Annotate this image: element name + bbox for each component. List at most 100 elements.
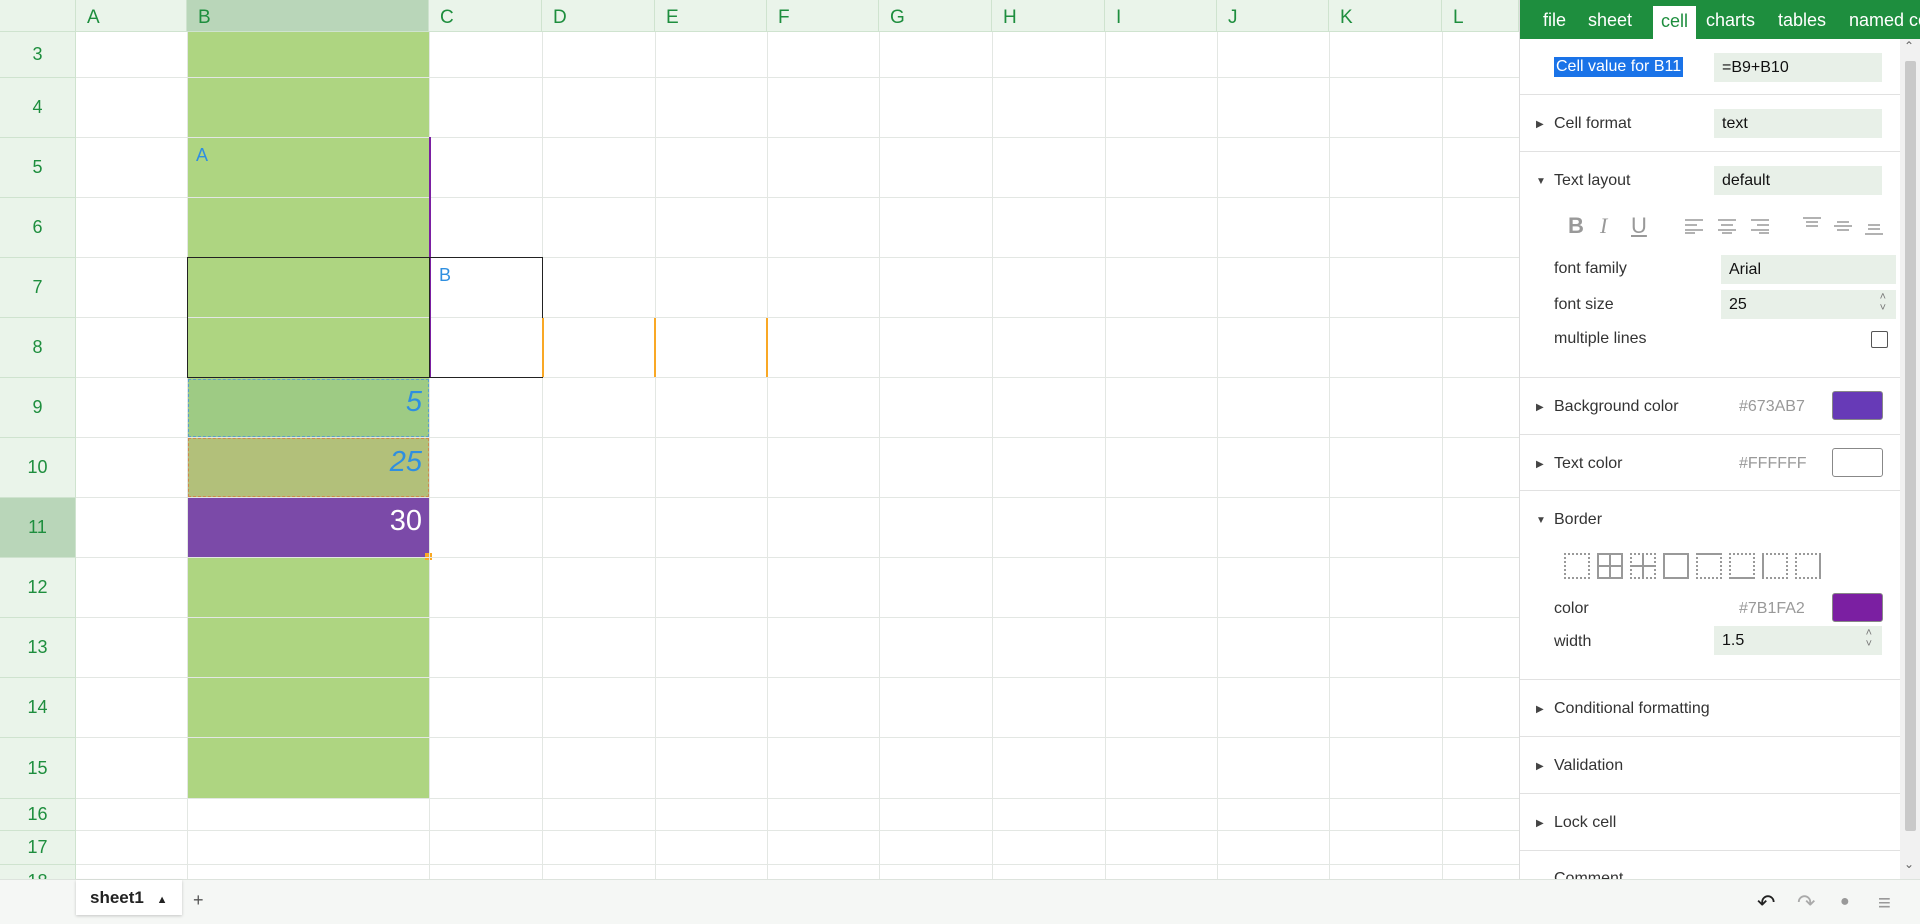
row-header-10[interactable]: 10 [0, 438, 76, 498]
font-family-input[interactable]: Arial [1721, 255, 1896, 284]
triangle-down-icon[interactable]: ▼ [1536, 176, 1546, 187]
undo-icon[interactable]: ↶ [1757, 890, 1775, 916]
cell-c7[interactable]: B [439, 265, 451, 286]
user-icon[interactable]: ● [1840, 893, 1850, 911]
text-layout-label[interactable]: Text layout [1554, 172, 1630, 190]
bold-button[interactable]: B [1568, 213, 1584, 239]
border-left-icon[interactable] [1762, 553, 1788, 579]
column-header-g[interactable]: G [879, 0, 992, 32]
tab-tables[interactable]: tables [1778, 0, 1826, 39]
row-header-14[interactable]: 14 [0, 678, 76, 738]
conditional-formatting-label[interactable]: Conditional formatting [1554, 700, 1710, 718]
cell-format-label[interactable]: Cell format [1554, 115, 1631, 133]
stepper-arrows-icon[interactable]: ˄ ˅ [1880, 292, 1886, 314]
sheet-tab[interactable]: sheet1 ▲ [76, 880, 182, 915]
scrollbar-thumb[interactable] [1905, 61, 1916, 831]
multiple-lines-checkbox[interactable] [1871, 331, 1888, 348]
text-color-swatch[interactable] [1832, 448, 1883, 477]
column-header-d[interactable]: D [542, 0, 655, 32]
row-header-16[interactable]: 16 [0, 799, 76, 831]
column-header-a[interactable]: A [76, 0, 187, 32]
row-header-9[interactable]: 9 [0, 378, 76, 438]
row-header-3[interactable]: 3 [0, 32, 76, 78]
comment-label[interactable]: Comment [1554, 870, 1623, 879]
menu-icon[interactable]: ≡ [1878, 890, 1891, 916]
caret-up-icon[interactable]: ▲ [157, 894, 168, 906]
valign-top-icon[interactable] [1802, 216, 1822, 232]
cell-b11[interactable]: 30 [188, 505, 422, 538]
tab-sheet[interactable]: sheet [1588, 0, 1632, 39]
text-layout-select[interactable]: default [1714, 166, 1882, 195]
column-header-k[interactable]: K [1329, 0, 1442, 32]
cell-b5[interactable]: A [196, 145, 208, 166]
triangle-right-icon[interactable]: ▶ [1536, 402, 1544, 413]
border-bottom-icon[interactable] [1729, 553, 1755, 579]
column-header-l[interactable]: L [1442, 0, 1519, 32]
text-color-label[interactable]: Text color [1554, 455, 1622, 473]
tab-file[interactable]: file [1543, 0, 1566, 39]
column-header-e[interactable]: E [655, 0, 767, 32]
side-panel: file sheet cell charts tables named ce C… [1519, 0, 1920, 879]
border-right-icon[interactable] [1795, 553, 1821, 579]
cell-format-select[interactable]: text [1714, 109, 1882, 138]
triangle-right-icon[interactable]: ▶ [1536, 761, 1544, 772]
add-sheet-icon[interactable]: + [193, 890, 204, 911]
column-header-j[interactable]: J [1217, 0, 1329, 32]
corner-select-all[interactable] [0, 0, 76, 32]
background-color-label[interactable]: Background color [1554, 398, 1679, 416]
scroll-up-icon[interactable]: ⌃ [1904, 39, 1914, 53]
border-outer-icon[interactable] [1663, 553, 1689, 579]
tab-cell[interactable]: cell [1653, 6, 1697, 39]
stepper-arrows-icon[interactable]: ˄ ˅ [1866, 628, 1872, 650]
tab-named-cells[interactable]: named ce [1849, 0, 1920, 39]
underline-button[interactable]: U [1631, 213, 1647, 239]
valign-bottom-icon[interactable] [1864, 220, 1884, 236]
border-width-stepper[interactable]: 1.5 ˄ ˅ [1714, 626, 1882, 655]
triangle-right-icon[interactable]: ▶ [1536, 459, 1544, 470]
valign-middle-icon[interactable] [1833, 218, 1853, 234]
row-header-13[interactable]: 13 [0, 618, 76, 678]
triangle-right-icon[interactable]: ▶ [1536, 818, 1544, 829]
row-header-18[interactable]: 18 [0, 865, 76, 879]
column-header-i[interactable]: I [1105, 0, 1217, 32]
panel-scrollbar[interactable]: ⌃ ⌄ [1900, 39, 1920, 879]
border-top-icon[interactable] [1696, 553, 1722, 579]
row-header-6[interactable]: 6 [0, 198, 76, 258]
column-header-h[interactable]: H [992, 0, 1105, 32]
font-size-stepper[interactable]: 25 ˄ ˅ [1721, 290, 1896, 319]
border-color-swatch[interactable] [1832, 593, 1883, 622]
row-header-8[interactable]: 8 [0, 318, 76, 378]
cell-value-input[interactable]: =B9+B10 [1714, 53, 1882, 82]
border-all-icon[interactable] [1597, 553, 1623, 579]
row-header-17[interactable]: 17 [0, 831, 76, 865]
row-header-7[interactable]: 7 [0, 258, 76, 318]
row-header-12[interactable]: 12 [0, 558, 76, 618]
spreadsheet-grid[interactable]: A B 5 25 30 A B C D E F G H I J K L 3 4 … [0, 0, 1519, 879]
cell-b9[interactable]: 5 [188, 386, 422, 419]
scroll-down-icon[interactable]: ⌄ [1904, 857, 1914, 871]
grid-line [76, 617, 1519, 618]
tab-charts[interactable]: charts [1706, 0, 1755, 39]
border-label[interactable]: Border [1554, 511, 1602, 529]
cell-b10[interactable]: 25 [188, 446, 422, 479]
triangle-down-icon[interactable]: ▼ [1536, 515, 1546, 526]
column-header-f[interactable]: F [767, 0, 879, 32]
triangle-right-icon[interactable]: ▶ [1536, 119, 1544, 130]
triangle-right-icon[interactable]: ▶ [1536, 704, 1544, 715]
italic-button[interactable]: I [1600, 213, 1607, 239]
background-color-swatch[interactable] [1832, 391, 1883, 420]
row-header-5[interactable]: 5 [0, 138, 76, 198]
align-right-icon[interactable] [1750, 218, 1770, 234]
align-center-icon[interactable] [1717, 218, 1737, 234]
border-inner-icon[interactable] [1630, 553, 1656, 579]
row-header-11[interactable]: 11 [0, 498, 76, 558]
border-none-icon[interactable] [1564, 553, 1590, 579]
row-header-4[interactable]: 4 [0, 78, 76, 138]
lock-cell-label[interactable]: Lock cell [1554, 814, 1616, 832]
redo-icon[interactable]: ↷ [1797, 890, 1815, 916]
column-header-c[interactable]: C [429, 0, 542, 32]
align-left-icon[interactable] [1684, 218, 1704, 234]
row-header-15[interactable]: 15 [0, 738, 76, 799]
validation-label[interactable]: Validation [1554, 757, 1623, 775]
column-header-b[interactable]: B [187, 0, 429, 32]
